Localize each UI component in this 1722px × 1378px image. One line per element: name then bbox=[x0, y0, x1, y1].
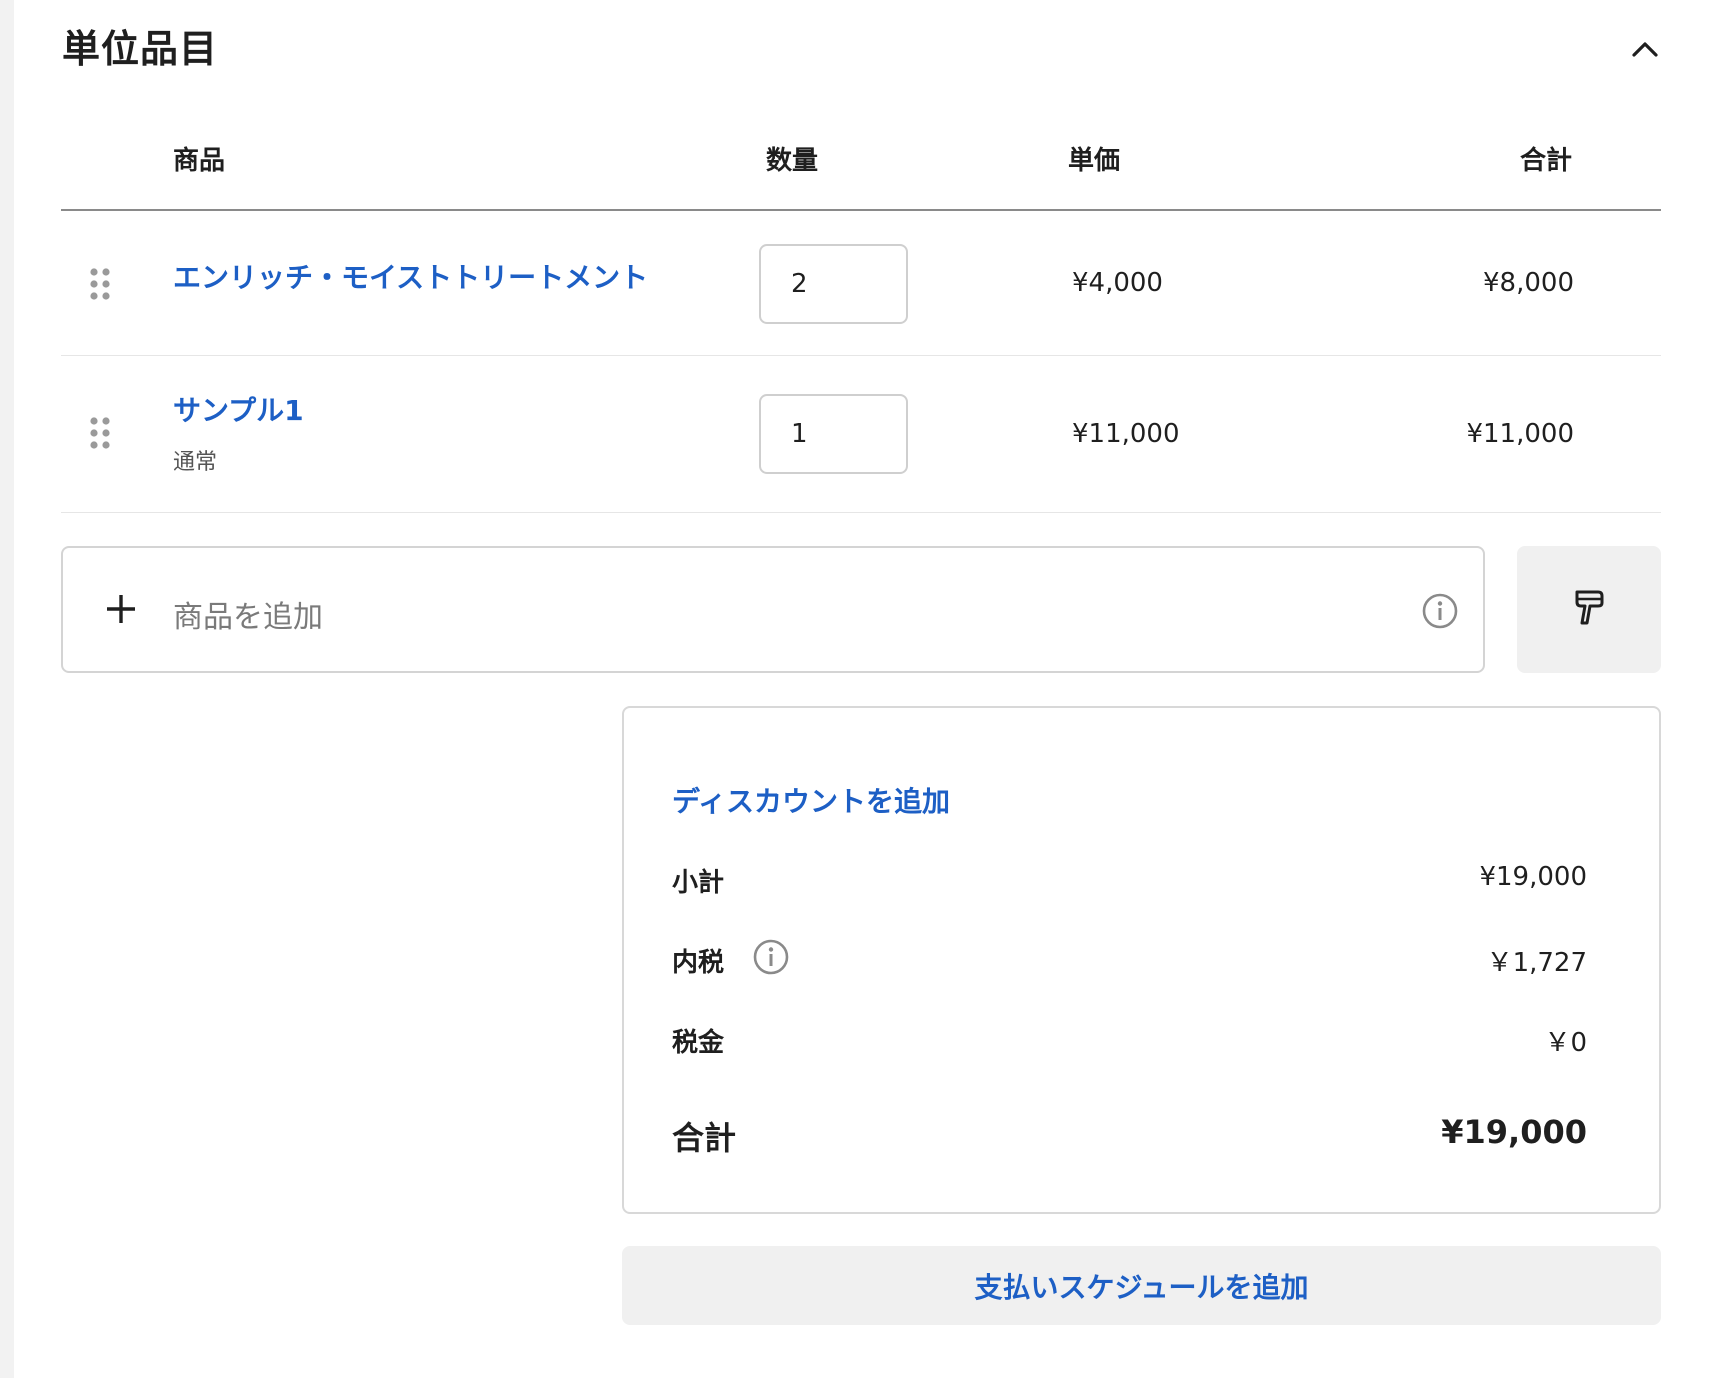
drag-handle-icon[interactable] bbox=[89, 416, 111, 450]
chevron-up-icon[interactable] bbox=[1624, 28, 1666, 70]
tax-label: 税金 bbox=[672, 1028, 725, 1058]
paint-brush-button[interactable] bbox=[1517, 546, 1661, 673]
paint-brush-icon bbox=[1572, 588, 1606, 632]
tax-value: ￥0 bbox=[1544, 1028, 1587, 1058]
section-title: 単位品目 bbox=[62, 27, 219, 71]
subtotal-value: ¥19,000 bbox=[1479, 862, 1587, 892]
included-tax-value: ￥1,727 bbox=[1486, 948, 1587, 978]
add-product-placeholder: 商品を追加 bbox=[173, 600, 323, 635]
info-icon[interactable] bbox=[1421, 592, 1459, 630]
quantity-input[interactable] bbox=[759, 244, 908, 324]
column-header-quantity: 数量 bbox=[766, 146, 819, 176]
product-variant: 通常 bbox=[173, 450, 218, 475]
total-label: 合計 bbox=[672, 1119, 737, 1157]
order-summary: ディスカウントを追加 小計 ¥19,000 内税 ￥1,727 税金 ￥0 合計… bbox=[622, 706, 1661, 1214]
product-name-link[interactable]: エンリッチ・モイストトリートメント bbox=[173, 256, 648, 296]
drag-handle-icon[interactable] bbox=[89, 267, 111, 301]
line-total: ¥8,000 bbox=[1483, 268, 1574, 298]
product-name-link[interactable]: サンプル1 bbox=[173, 389, 304, 429]
column-header-unit-price: 単価 bbox=[1068, 146, 1121, 176]
add-discount-link[interactable]: ディスカウントを追加 bbox=[672, 780, 950, 820]
table-row: サンプル1 通常 ¥11,000 ¥11,000 bbox=[61, 356, 1661, 513]
unit-price: ¥11,000 bbox=[1072, 419, 1180, 449]
total-value: ¥19,000 bbox=[1441, 1113, 1587, 1151]
table-row: エンリッチ・モイストトリートメント ¥4,000 ¥8,000 bbox=[61, 211, 1661, 356]
subtotal-label: 小計 bbox=[672, 868, 725, 898]
add-product-input[interactable]: 商品を追加 bbox=[61, 546, 1485, 673]
line-total: ¥11,000 bbox=[1466, 419, 1574, 449]
add-payment-schedule-button[interactable]: 支払いスケジュールを追加 bbox=[622, 1246, 1661, 1325]
info-icon[interactable] bbox=[752, 938, 790, 976]
included-tax-label: 内税 bbox=[672, 948, 725, 978]
plus-icon bbox=[99, 587, 143, 631]
quantity-input[interactable] bbox=[759, 394, 908, 474]
column-header-total: 合計 bbox=[1520, 146, 1573, 176]
unit-price: ¥4,000 bbox=[1072, 268, 1163, 298]
line-items-card: 単位品目 商品 数量 単価 合計 エンリッチ・モイストトリートメント ¥4,00… bbox=[14, 0, 1722, 1378]
column-header-product: 商品 bbox=[173, 146, 226, 176]
